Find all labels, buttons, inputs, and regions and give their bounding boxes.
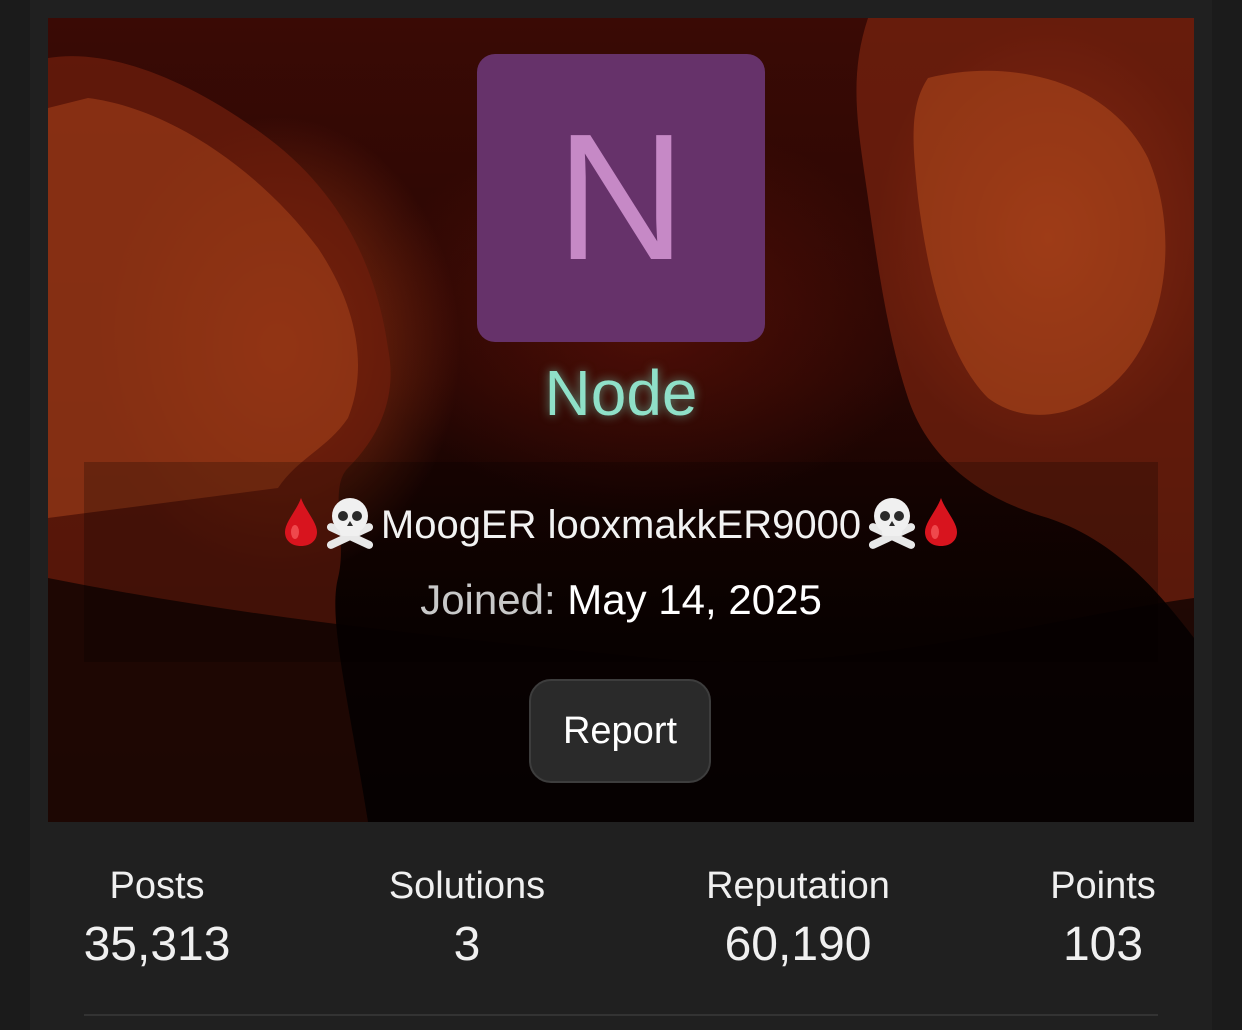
stat-value: 103: [1062, 918, 1144, 971]
custom-title: MoogER looxmakkER9000: [48, 494, 1194, 555]
report-button[interactable]: Report: [529, 679, 711, 783]
stat-value: 60,190: [724, 918, 872, 971]
skull-and-crossbones-icon: [863, 494, 921, 555]
stat-posts[interactable]: Posts 35,313: [57, 860, 257, 978]
profile-cover-image: N Node MoogER looxmakkER9000 Joined: May…: [48, 18, 1194, 822]
stat-value: 35,313: [83, 918, 231, 971]
display-name[interactable]: Node: [48, 356, 1194, 430]
joined-value: May 14, 2025: [567, 576, 822, 623]
drop-of-blood-icon: [283, 496, 319, 553]
stat-value: 3: [453, 918, 481, 971]
profile-page: N Node MoogER looxmakkER9000 Joined: May…: [0, 0, 1242, 1030]
section-divider: [84, 1014, 1158, 1016]
cover-overlay-band: [84, 462, 1158, 662]
stat-reputation[interactable]: Reputation 60,190: [673, 860, 923, 978]
stat-label: Solutions: [388, 865, 546, 907]
skull-and-crossbones-icon: [321, 494, 379, 555]
drop-of-blood-icon: [923, 496, 959, 553]
custom-title-text: MoogER looxmakkER9000: [380, 502, 862, 547]
stat-solutions[interactable]: Solutions 3: [367, 860, 567, 978]
joined-label: Joined:: [420, 576, 556, 623]
joined-date: Joined: May 14, 2025: [48, 576, 1194, 624]
stat-points[interactable]: Points 103: [1013, 860, 1193, 978]
stat-label: Posts: [109, 865, 205, 907]
stat-label: Points: [1050, 865, 1156, 907]
stat-label: Reputation: [706, 865, 890, 907]
avatar[interactable]: N: [477, 54, 765, 342]
avatar-letter: N: [556, 97, 686, 298]
